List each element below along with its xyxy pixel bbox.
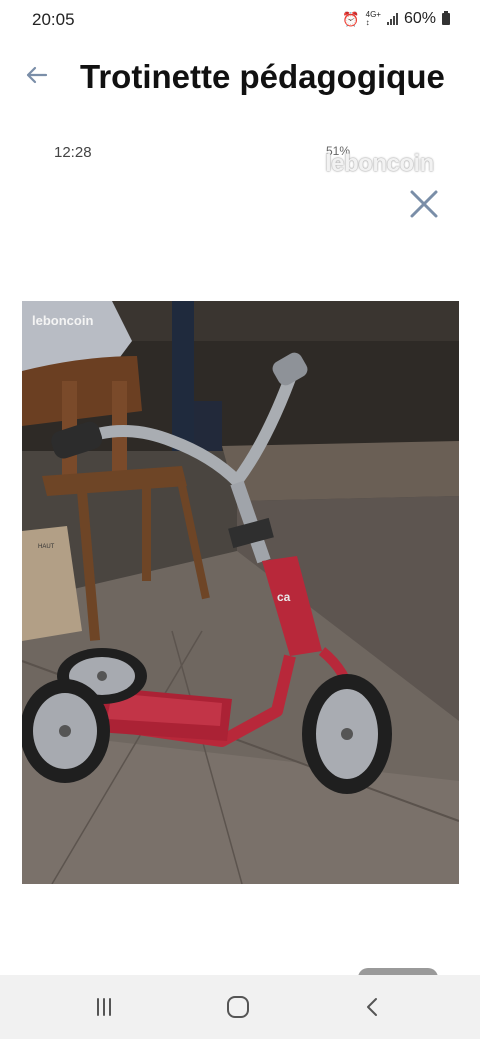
page-title: Trotinette pédagogique (80, 58, 445, 95)
inner-status-time: 12:28 (54, 144, 92, 161)
navigation-bar (0, 975, 480, 1039)
scooter-image: HAUT ca (22, 301, 459, 884)
close-button[interactable] (406, 186, 442, 222)
home-icon (227, 996, 249, 1018)
nav-back-button[interactable] (353, 991, 393, 1023)
leboncoin-logo: leboncoin (32, 313, 94, 328)
status-time: 20:05 (32, 10, 75, 29)
battery-icon (442, 11, 450, 25)
close-icon (410, 190, 438, 218)
battery-percent: 60% (403, 10, 436, 27)
arrow-left-icon (26, 66, 48, 84)
recents-icon (97, 998, 111, 1016)
home-button[interactable] (218, 991, 258, 1023)
svg-text:ca: ca (277, 590, 291, 604)
back-button[interactable] (22, 60, 52, 90)
signal-icon (386, 13, 398, 25)
leboncoin-watermark: leboncoin (325, 150, 434, 177)
status-icons: ⏰ 4G+ ↕ 60% (342, 10, 450, 28)
listing-photo[interactable]: HAUT ca leboncoin (22, 301, 459, 884)
app-bar: Trotinette pédagogique (0, 44, 480, 108)
recents-button[interactable] (84, 991, 124, 1023)
chevron-left-icon (367, 998, 377, 1016)
svg-text:HAUT: HAUT (38, 544, 55, 550)
status-bar: 20:05 ⏰ 4G+ ↕ 60% (0, 0, 480, 40)
alarm-icon: ⏰ (342, 10, 360, 27)
network-4g-icon: 4G+ ↕ (365, 10, 381, 27)
